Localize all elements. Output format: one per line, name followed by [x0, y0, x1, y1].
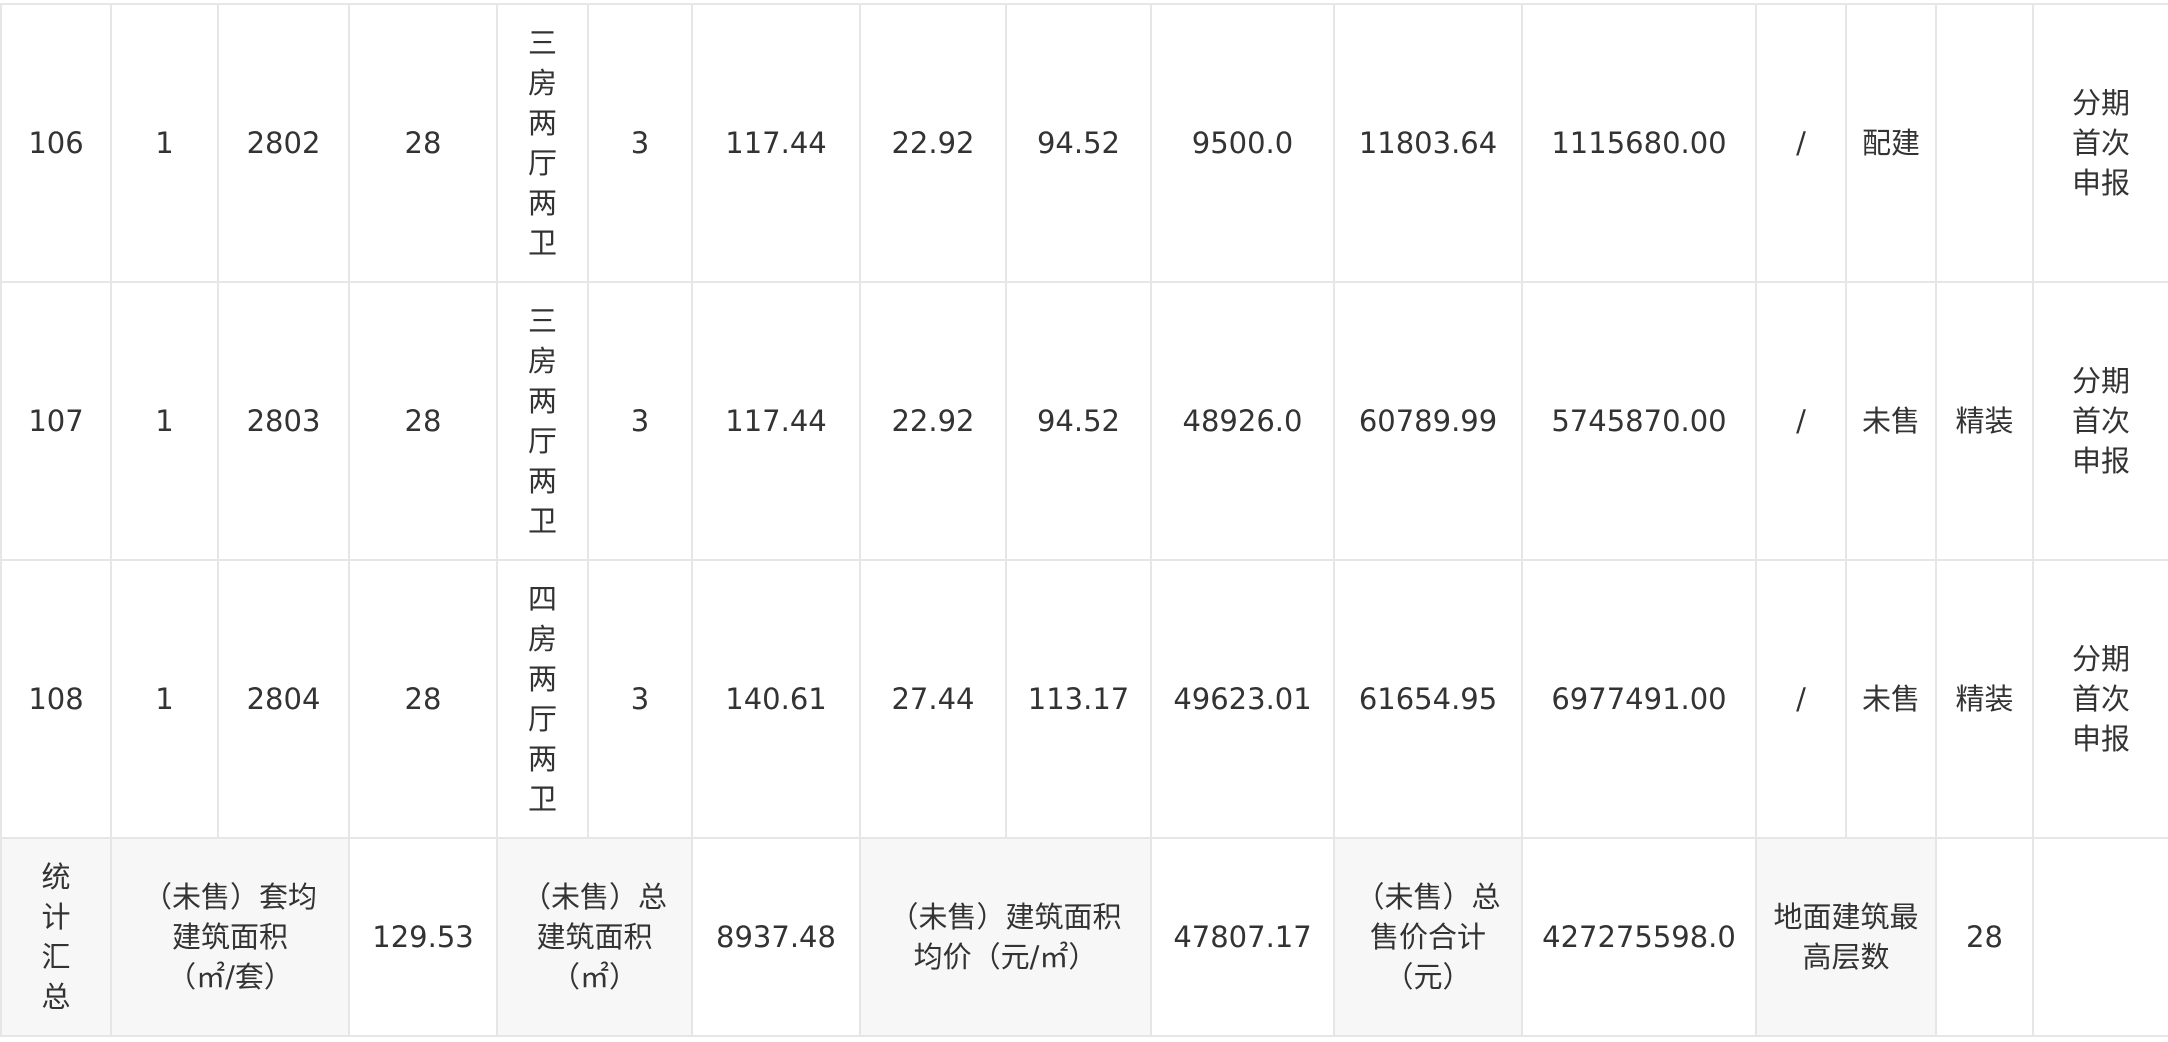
- build-area-cell: 140.61: [691, 559, 861, 839]
- report-text: 分期首次申报: [2071, 364, 2130, 478]
- decoration-text: 精装: [1955, 404, 2014, 438]
- height-cell: 3: [587, 3, 693, 283]
- unit-cell: 1: [110, 281, 219, 561]
- total-area-label-cell: （未售）总建筑面积（㎡）: [496, 837, 693, 1037]
- layout-cell: 四房两厅两卫: [496, 559, 589, 839]
- layout-text: 三房两厅两卫: [527, 304, 557, 538]
- seq-cell: 108: [0, 559, 112, 839]
- report-cell: 分期首次申报: [2032, 281, 2168, 561]
- status-cell: 配建: [1845, 3, 1937, 283]
- decoration-cell: [1935, 3, 2034, 283]
- max-floor-label: 地面建筑最高层数: [1773, 900, 1919, 974]
- layout-cell: 三房两厅两卫: [496, 3, 589, 283]
- report-text: 分期首次申报: [2071, 86, 2130, 200]
- room-cell: 2804: [217, 559, 350, 839]
- unit-cell: 1: [110, 3, 219, 283]
- avg-price-label-cell: （未售）建筑面积均价（元/㎡）: [859, 837, 1152, 1037]
- status-cell: 未售: [1845, 559, 1937, 839]
- table-row: 108 1 2804 28 四房两厅两卫 3 140.61 27.44 113.…: [0, 559, 2168, 839]
- slash-cell: /: [1755, 3, 1847, 283]
- layout-text: 四房两厅两卫: [527, 582, 557, 816]
- status-cell: 未售: [1845, 281, 1937, 561]
- avg-price-label: （未售）建筑面积均价（元/㎡）: [889, 900, 1122, 974]
- total-price-cell: 5745870.00: [1521, 281, 1757, 561]
- total-area-value: 8937.48: [691, 837, 861, 1037]
- price-build-cell: 49623.01: [1150, 559, 1335, 839]
- summary-empty-cell: [2032, 837, 2168, 1037]
- height-cell: 3: [587, 559, 693, 839]
- floor-cell: 28: [348, 281, 498, 561]
- price-build-cell: 48926.0: [1150, 281, 1335, 561]
- price-inner-cell: 11803.64: [1333, 3, 1523, 283]
- total-price-label: （未售）总售价合计（元）: [1355, 880, 1501, 994]
- floor-cell: 28: [348, 3, 498, 283]
- floor-cell: 28: [348, 559, 498, 839]
- layout-text: 三房两厅两卫: [527, 26, 557, 260]
- housing-price-table: 106 1 2802 28 三房两厅两卫 3 117.44 22.92 94.5…: [0, 3, 2168, 1037]
- shared-area-cell: 22.92: [859, 281, 1007, 561]
- status-text: 配建: [1861, 126, 1920, 160]
- max-floor-value: 28: [1935, 837, 2034, 1037]
- price-inner-cell: 61654.95: [1333, 559, 1523, 839]
- report-cell: 分期首次申报: [2032, 3, 2168, 283]
- height-cell: 3: [587, 281, 693, 561]
- decoration-cell: 精装: [1935, 281, 2034, 561]
- build-area-cell: 117.44: [691, 281, 861, 561]
- decoration-text: 精装: [1955, 682, 2014, 716]
- decoration-cell: 精装: [1935, 559, 2034, 839]
- avg-area-label-cell: （未售）套均建筑面积（㎡/套）: [110, 837, 350, 1037]
- shared-area-cell: 27.44: [859, 559, 1007, 839]
- avg-area-value: 129.53: [348, 837, 498, 1037]
- status-text: 未售: [1861, 404, 1920, 438]
- avg-area-label: （未售）套均建筑面积（㎡/套）: [142, 880, 317, 994]
- unit-cell: 1: [110, 559, 219, 839]
- total-area-label: （未售）总建筑面积（㎡）: [521, 880, 667, 994]
- inner-area-cell: 94.52: [1005, 281, 1152, 561]
- total-price-value: 427275598.0: [1521, 837, 1757, 1037]
- room-cell: 2802: [217, 3, 350, 283]
- table-row: 107 1 2803 28 三房两厅两卫 3 117.44 22.92 94.5…: [0, 281, 2168, 561]
- total-price-cell: 1115680.00: [1521, 3, 1757, 283]
- inner-area-cell: 94.52: [1005, 3, 1152, 283]
- seq-cell: 107: [0, 281, 112, 561]
- seq-cell: 106: [0, 3, 112, 283]
- summary-row: 统计汇总 （未售）套均建筑面积（㎡/套） 129.53 （未售）总建筑面积（㎡）…: [0, 837, 2168, 1037]
- report-text: 分期首次申报: [2071, 642, 2130, 756]
- total-price-label-cell: （未售）总售价合计（元）: [1333, 837, 1523, 1037]
- summary-label-cell: 统计汇总: [0, 837, 112, 1037]
- price-build-cell: 9500.0: [1150, 3, 1335, 283]
- status-text: 未售: [1861, 682, 1920, 716]
- summary-label: 统计汇总: [41, 860, 71, 1014]
- table-row: 106 1 2802 28 三房两厅两卫 3 117.44 22.92 94.5…: [0, 3, 2168, 283]
- total-price-cell: 6977491.00: [1521, 559, 1757, 839]
- slash-cell: /: [1755, 559, 1847, 839]
- price-inner-cell: 60789.99: [1333, 281, 1523, 561]
- shared-area-cell: 22.92: [859, 3, 1007, 283]
- build-area-cell: 117.44: [691, 3, 861, 283]
- max-floor-label-cell: 地面建筑最高层数: [1755, 837, 1937, 1037]
- report-cell: 分期首次申报: [2032, 559, 2168, 839]
- room-cell: 2803: [217, 281, 350, 561]
- layout-cell: 三房两厅两卫: [496, 281, 589, 561]
- slash-cell: /: [1755, 281, 1847, 561]
- inner-area-cell: 113.17: [1005, 559, 1152, 839]
- avg-price-value: 47807.17: [1150, 837, 1335, 1037]
